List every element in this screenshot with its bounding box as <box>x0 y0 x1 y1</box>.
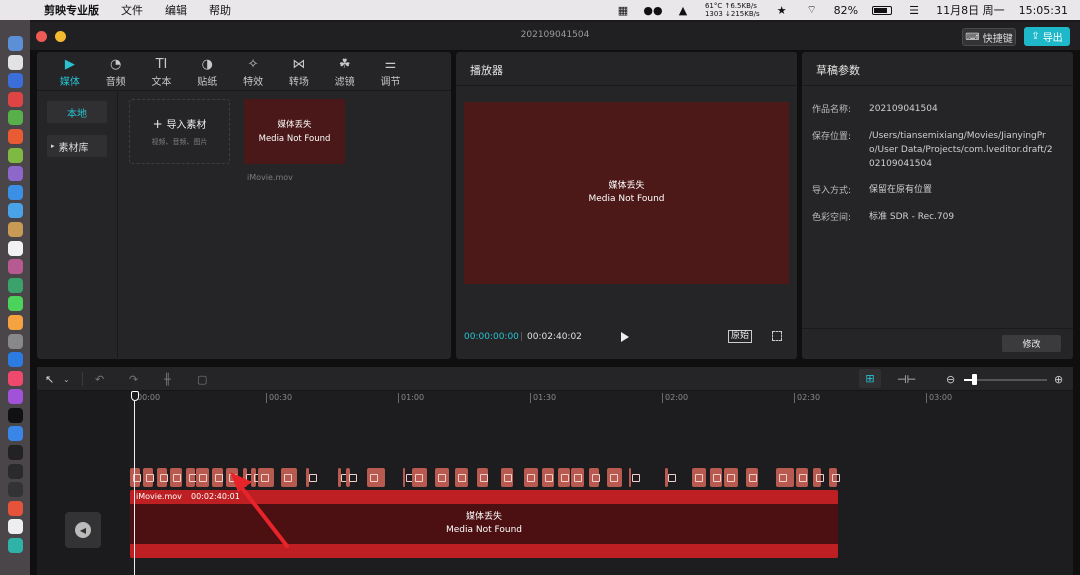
menu-file[interactable]: 文件 <box>121 2 143 18</box>
menubar-time[interactable]: 15:05:31 <box>1019 4 1068 17</box>
dots-status-icon[interactable]: ●● <box>643 4 662 17</box>
activity-icon[interactable] <box>7 482 23 498</box>
menu-edit[interactable]: 编辑 <box>165 2 187 18</box>
network-monitor[interactable]: 61°C ↑6.5KB/s 1303 ↓215KB/s <box>705 2 760 18</box>
yandex-icon[interactable] <box>7 519 23 535</box>
android-icon[interactable] <box>7 147 23 163</box>
app-teal-icon[interactable] <box>7 538 23 554</box>
app-store-2-icon[interactable] <box>7 426 23 442</box>
finder-icon[interactable] <box>7 36 23 51</box>
system-menubar: 剪映专业版 文件 编辑 帮助 ▦ ●● ▲ 61°C ↑6.5KB/s 1303… <box>0 0 1080 20</box>
battery-icon[interactable] <box>872 5 893 15</box>
launchpad-icon[interactable] <box>7 54 23 70</box>
net-line-2: 1303 ↓215KB/s <box>704 10 760 18</box>
annotation-arrow <box>230 472 289 548</box>
app-purple-icon[interactable] <box>7 166 23 182</box>
wifi-icon[interactable]: ⌔ <box>804 3 820 16</box>
chrome-icon[interactable] <box>7 128 23 144</box>
jianying-window: 202109041504 ⌨ 快捷键 ⇪ 导出 ▶ 媒体 ◔ 音频 TI 文本 ◑ 贴纸… <box>30 22 1080 575</box>
photos-app-icon[interactable] <box>7 314 23 330</box>
tv-icon[interactable] <box>7 407 23 423</box>
arrow-shaft <box>236 481 289 548</box>
notes-icon[interactable] <box>7 221 23 237</box>
menubar-date[interactable]: 11月8日 周一 <box>936 2 1005 18</box>
console-icon[interactable] <box>7 463 23 479</box>
settings-icon[interactable] <box>7 333 23 349</box>
terminal-icon[interactable] <box>7 445 23 461</box>
messages-icon[interactable] <box>7 296 23 312</box>
upload-status-icon[interactable]: ▲ <box>675 4 691 17</box>
control-center-icon[interactable]: ☰ <box>906 4 922 17</box>
star-icon[interactable]: ★ <box>774 4 790 17</box>
safari-icon[interactable] <box>7 73 23 89</box>
podcasts-icon[interactable] <box>7 389 23 405</box>
app-pink-icon[interactable] <box>7 259 23 275</box>
app-store-icon[interactable] <box>7 352 23 368</box>
music-icon[interactable] <box>7 370 23 386</box>
dock <box>0 20 30 575</box>
maps-icon[interactable] <box>7 110 23 126</box>
app-blue-icon[interactable] <box>7 184 23 200</box>
app-green-icon[interactable] <box>7 277 23 293</box>
photos-icon[interactable] <box>7 91 23 107</box>
menu-help[interactable]: 帮助 <box>209 2 231 18</box>
mail-icon[interactable] <box>7 203 23 219</box>
calendar-icon[interactable] <box>7 240 23 256</box>
battery-percent: 82% <box>833 3 859 17</box>
arrow-head <box>230 472 252 492</box>
net-line-1: 61°C ↑6.5KB/s <box>704 2 757 10</box>
menu-app-name[interactable]: 剪映专业版 <box>44 2 99 18</box>
brave-icon[interactable] <box>7 500 23 516</box>
grid-status-icon[interactable]: ▦ <box>615 4 631 17</box>
